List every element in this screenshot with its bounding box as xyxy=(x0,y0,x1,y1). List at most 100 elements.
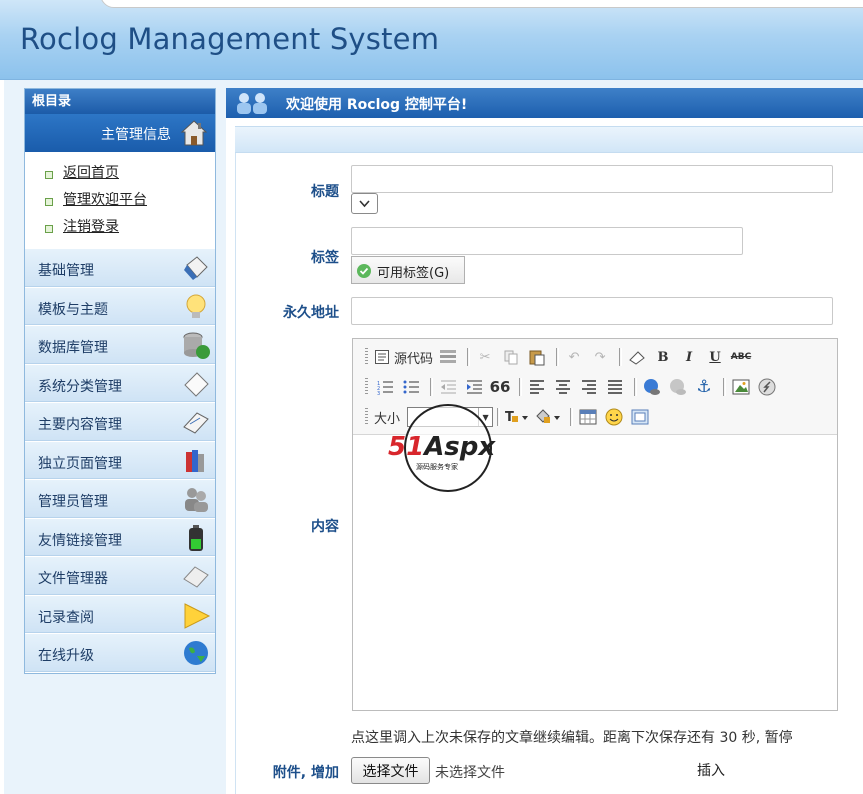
source-code-label: 源代码 xyxy=(394,351,434,367)
sidebar-item-admins[interactable]: 管理员管理 xyxy=(25,479,215,518)
anchor-icon: ⚓ xyxy=(696,377,712,397)
users-icon xyxy=(181,484,211,518)
justify-icon xyxy=(608,380,622,394)
main-info-header[interactable]: 主管理信息 xyxy=(25,114,215,152)
sidebar-item-files[interactable]: 文件管理器 xyxy=(25,556,215,595)
file-icon xyxy=(181,561,211,595)
insert-image-button[interactable] xyxy=(730,376,752,398)
insert-link-button[interactable] xyxy=(641,376,663,398)
toolbar-separator xyxy=(430,378,433,396)
insert-flash-button[interactable] xyxy=(756,376,778,398)
sidebar-item-basic[interactable]: 基础管理 xyxy=(25,248,215,287)
blockquote-button[interactable]: 66 xyxy=(489,376,511,398)
tag-icon xyxy=(181,369,211,403)
scissors-icon: ✂ xyxy=(479,349,491,365)
align-right-button[interactable] xyxy=(578,376,600,398)
toolbar-separator xyxy=(556,348,560,366)
align-center-icon xyxy=(556,380,570,394)
choose-file-button[interactable]: 选择文件 xyxy=(351,757,430,784)
numbered-list-button[interactable]: 123 xyxy=(374,376,396,398)
available-tags-button[interactable]: 可用标签(G) xyxy=(351,256,465,284)
link-back-home[interactable]: 返回首页 xyxy=(63,165,119,181)
sidebar-item-label: 管理员管理 xyxy=(38,494,108,510)
panel-title: 欢迎使用 Roclog 控制平台! xyxy=(286,97,468,113)
background-color-button[interactable] xyxy=(534,406,562,428)
title-label: 标题 xyxy=(311,184,339,200)
underline-button[interactable]: U xyxy=(704,346,726,368)
sidebar-item-label: 模板与主题 xyxy=(38,301,108,318)
undo-button[interactable]: ↶ xyxy=(563,346,585,368)
italic-button[interactable]: I xyxy=(678,346,700,368)
unlink-button[interactable] xyxy=(667,376,689,398)
outdent-button[interactable] xyxy=(437,376,459,398)
svg-text:3: 3 xyxy=(377,391,380,395)
insert-table-button[interactable] xyxy=(577,406,599,428)
tags-input[interactable] xyxy=(351,227,743,255)
header-decoration xyxy=(100,0,863,8)
paste-button[interactable] xyxy=(526,346,548,368)
sidebar-item-categories[interactable]: 系统分类管理 xyxy=(25,363,215,403)
app-title: Roclog Management System xyxy=(20,22,440,56)
remove-format-button[interactable] xyxy=(626,346,648,368)
sidebar-item-label: 在线升级 xyxy=(38,648,94,664)
copy-button[interactable] xyxy=(500,346,522,368)
justify-button[interactable] xyxy=(604,376,626,398)
anchor-button[interactable]: ⚓ xyxy=(693,376,715,398)
align-left-button[interactable] xyxy=(526,376,548,398)
sidebar-item-label: 基础管理 xyxy=(38,263,94,279)
redo-button[interactable]: ↷ xyxy=(589,346,611,368)
sidebar-item-upgrade[interactable]: 在线升级 xyxy=(25,633,215,672)
title-input[interactable] xyxy=(351,165,833,193)
link-welcome-platform[interactable]: 管理欢迎平台 xyxy=(63,192,147,208)
toolbar-separator xyxy=(634,378,637,396)
sidebar-item-links[interactable]: 友情链接管理 xyxy=(25,517,215,557)
toolbar-grip xyxy=(365,348,368,366)
indent-button[interactable] xyxy=(463,376,485,398)
quick-link-welcome[interactable]: 管理欢迎平台 xyxy=(45,187,215,214)
globe-icon xyxy=(181,638,211,672)
sidebar: 根目录 主管理信息 返回首页 管理欢迎平台 注销登录 基础管理 模板与主题 数据… xyxy=(24,88,216,674)
unlink-icon xyxy=(670,379,686,395)
quick-link-logout[interactable]: 注销登录 xyxy=(45,214,215,241)
sidebar-item-content[interactable]: 主要内容管理 xyxy=(25,402,215,441)
toolbar-grip xyxy=(365,408,368,426)
check-icon xyxy=(356,263,372,283)
bulleted-list-button[interactable] xyxy=(400,376,422,398)
form-band xyxy=(235,126,863,153)
rich-text-editor[interactable]: 源代码 ✂ ↶ ↷ B I U ABC 123 66 ⚓ 大小 ▼ T xyxy=(352,338,838,711)
toolbar-grip xyxy=(365,378,368,396)
insert-attachment-link[interactable]: 插入 xyxy=(697,760,725,780)
show-blocks-button[interactable] xyxy=(437,346,459,368)
flash-icon xyxy=(758,378,776,396)
insert-smiley-button[interactable] xyxy=(603,406,625,428)
cut-button[interactable]: ✂ xyxy=(474,346,496,368)
sidebar-item-label: 独立页面管理 xyxy=(38,455,122,472)
chevron-down-icon xyxy=(359,200,370,208)
autosave-hint[interactable]: 点这里调入上次未保存的文章继续编辑。距离下次保存还有 30 秒, 暂停 xyxy=(351,727,793,747)
undo-icon: ↶ xyxy=(568,349,580,365)
users-icon xyxy=(232,91,276,119)
paint-bucket-icon xyxy=(536,409,561,423)
sidebar-root-title: 根目录 xyxy=(25,89,215,114)
bold-button[interactable]: B xyxy=(652,346,674,368)
permalink-input[interactable] xyxy=(351,297,833,325)
sidebar-item-templates[interactable]: 模板与主题 xyxy=(25,286,215,325)
sidebar-item-label: 系统分类管理 xyxy=(38,378,122,395)
battery-icon xyxy=(181,523,211,557)
align-center-button[interactable] xyxy=(552,376,574,398)
title-select[interactable] xyxy=(351,193,378,214)
panel-header: 欢迎使用 Roclog 控制平台! xyxy=(226,88,863,118)
sidebar-item-pages[interactable]: 独立页面管理 xyxy=(25,440,215,479)
quick-link-home[interactable]: 返回首页 xyxy=(45,160,215,187)
svg-text:源码服务专家: 源码服务专家 xyxy=(416,462,458,471)
source-code-button[interactable]: 源代码 xyxy=(374,346,433,368)
outdent-icon xyxy=(441,380,456,394)
unordered-list-icon xyxy=(403,380,419,394)
link-logout[interactable]: 注销登录 xyxy=(63,219,119,235)
sidebar-item-database[interactable]: 数据库管理 xyxy=(25,325,215,364)
strikethrough-button[interactable]: ABC xyxy=(730,346,752,368)
redo-icon: ↷ xyxy=(594,349,606,365)
sidebar-item-logs[interactable]: 记录查阅 xyxy=(25,594,215,633)
maximize-button[interactable] xyxy=(629,406,651,428)
image-icon xyxy=(732,379,750,395)
